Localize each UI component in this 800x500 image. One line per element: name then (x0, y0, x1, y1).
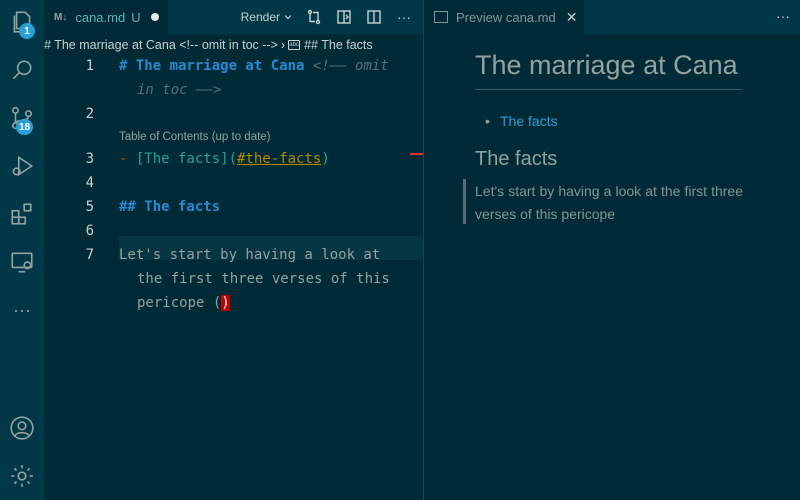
more-actions-icon[interactable]: ··· (776, 8, 790, 24)
heading-1-token: # The marriage at Cana (119, 58, 305, 74)
code-line-5[interactable]: ## The facts (119, 199, 220, 215)
remote-explorer-icon[interactable] (6, 246, 38, 278)
split-editor-icon[interactable] (365, 8, 383, 26)
line-number: 1 (85, 58, 94, 74)
list-dash-token: - (119, 151, 136, 167)
link-open-token: ( (228, 151, 238, 167)
heading-rule (475, 89, 742, 90)
tab-untracked-status: U (131, 9, 141, 25)
tab-filename: cana.md (75, 9, 126, 25)
preview-tab-label: Preview cana.md (456, 9, 556, 25)
line-number: 7 (85, 247, 94, 263)
more-actions-icon[interactable]: ··· (395, 8, 413, 26)
extensions-icon[interactable] (6, 198, 38, 230)
toc-codelens[interactable]: Table of Contents (up to date) (119, 131, 271, 143)
symbol-string-icon: abc (288, 40, 301, 50)
code-line-3[interactable]: - [The facts](#the-facts) (119, 151, 330, 167)
chevron-down-icon (284, 15, 292, 20)
preview-tab-bar: Preview cana.md ✕ ··· (424, 0, 800, 34)
line-number: 2 (85, 106, 94, 122)
preview-toc-link[interactable]: The facts (485, 113, 557, 129)
search-icon[interactable] (6, 54, 38, 86)
link-close-token: ) (321, 151, 330, 167)
line-number: 5 (85, 199, 94, 215)
run-debug-icon[interactable] (6, 150, 38, 182)
link-url-token[interactable]: #the-facts (237, 151, 321, 167)
markdown-icon: M↓ (54, 11, 68, 23)
line-number: 6 (85, 223, 94, 239)
render-dropdown[interactable]: Render (241, 10, 293, 24)
explorer-badge: 1 (19, 23, 35, 39)
preview-heading-2: The facts (475, 148, 558, 170)
editor-toolbar: Render ··· (241, 0, 413, 34)
editor-tab-bar: M↓ cana.md U Render ··· (44, 0, 423, 34)
preview-group: Preview cana.md ✕ ··· The marriage at Ca… (424, 0, 800, 500)
preview-icon (434, 11, 448, 23)
tab-cana-md[interactable]: M↓ cana.md U (44, 0, 168, 34)
preview-paragraph: Let's start by having a look at the firs… (475, 183, 743, 222)
code-line-7[interactable]: Let's start by having a look at (119, 247, 380, 263)
breadcrumb-heading-2[interactable]: ## The facts (304, 38, 373, 52)
open-preview-icon[interactable] (335, 8, 353, 26)
cursor-bracket-match: ) (221, 295, 230, 311)
link-text-token: [The facts] (135, 151, 229, 167)
activity-bar: 1 18 ··· (0, 0, 44, 500)
line-number: 4 (85, 175, 94, 191)
more-icon[interactable]: ··· (6, 294, 38, 326)
render-label: Render (240, 10, 280, 24)
diff-marker (410, 153, 423, 155)
code-line-7-wrap-1[interactable]: the first three verses of this (137, 271, 390, 287)
text-token: pericope ( (137, 295, 222, 311)
unsaved-dot-icon[interactable] (150, 13, 159, 21)
gear-icon[interactable] (6, 460, 38, 492)
compare-changes-icon[interactable] (305, 8, 323, 26)
accounts-icon[interactable] (6, 412, 38, 444)
source-control-badge: 18 (16, 119, 34, 135)
chevron-right-icon: › (280, 38, 286, 52)
close-icon[interactable]: ✕ (566, 9, 578, 26)
code-line-1[interactable]: # The marriage at Cana <!—— omit (119, 58, 389, 74)
blockquote-bar (463, 179, 466, 224)
comment-token: <!—— omit (304, 58, 389, 74)
code-line-1-wrap[interactable]: in toc ——> (137, 82, 221, 98)
line-number: 3 (85, 151, 94, 167)
tab-preview-cana-md[interactable]: Preview cana.md ✕ (424, 0, 584, 34)
editor-group: M↓ cana.md U Render ··· # The marriage a… (44, 0, 423, 500)
breadcrumb-heading-1[interactable]: # The marriage at Cana <!-- omit in toc … (44, 38, 278, 52)
breadcrumb: # The marriage at Cana <!-- omit in toc … (44, 34, 423, 56)
code-line-7-wrap-2[interactable]: pericope () (137, 295, 230, 311)
preview-heading-1: The marriage at Cana (475, 50, 738, 80)
